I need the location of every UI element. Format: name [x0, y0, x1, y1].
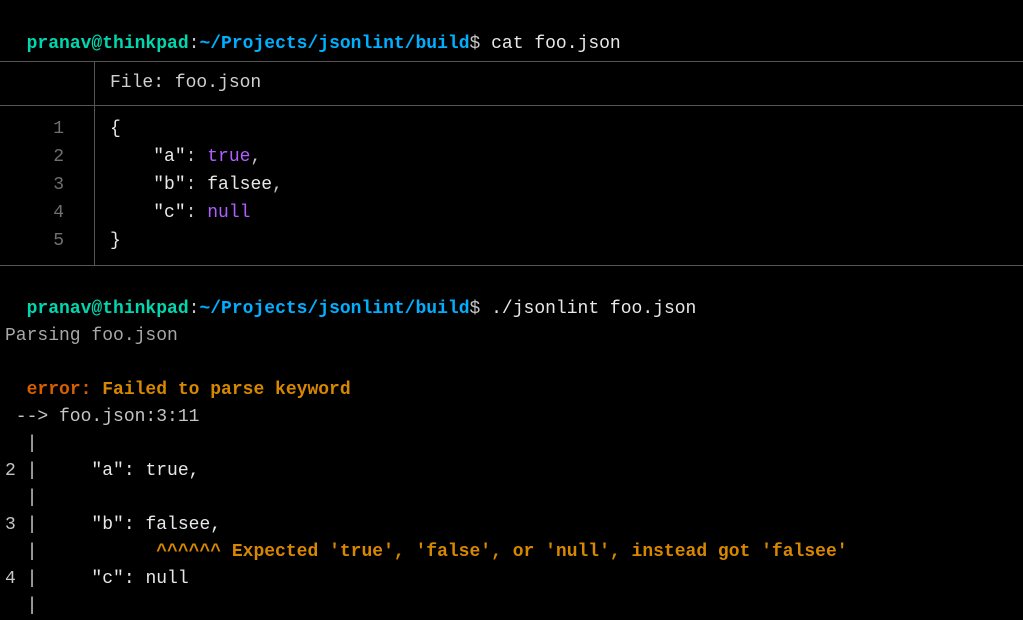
colon: : [189, 299, 200, 319]
error-carets: ^^^^^^ [156, 542, 221, 562]
code-line-5: } [110, 228, 1008, 256]
shell-prompt-2: pranav@thinkpad:~/Projects/jsonlint/buil… [0, 269, 1023, 323]
parsing-status: Parsing foo.json [0, 323, 1023, 350]
file-header-row: File: foo.json [0, 61, 1023, 106]
diag-line-4: 4 | "c": null [0, 566, 1023, 593]
command-text: cat foo.json [480, 34, 620, 54]
line-number: 2 [0, 144, 64, 172]
error-message: Failed to parse keyword [91, 380, 350, 400]
working-dir: ~/Projects/jsonlint/build [199, 34, 469, 54]
error-label: error: [27, 380, 92, 400]
file-header-label: File: foo.json [95, 62, 1023, 105]
code-content: { "a": true, "b": falsee, "c": null } [95, 106, 1023, 265]
error-location: --> foo.json:3:11 [0, 404, 1023, 431]
diag-blank-3: | [0, 593, 1023, 620]
code-line-2: "a": true, [110, 144, 1008, 172]
diag-blank-1: | [0, 431, 1023, 458]
line-number: 1 [0, 116, 64, 144]
working-dir: ~/Projects/jsonlint/build [199, 299, 469, 319]
code-line-1: { [110, 116, 1008, 144]
code-line-4: "c": null [110, 200, 1008, 228]
prompt-symbol: $ [470, 34, 481, 54]
error-line: error: Failed to parse keyword [0, 350, 1023, 404]
shell-prompt-1: pranav@thinkpad:~/Projects/jsonlint/buil… [0, 4, 1023, 58]
user-host: pranav@thinkpad [27, 299, 189, 319]
diag-caret-line: | ^^^^^^ Expected 'true', 'false', or 'n… [0, 539, 1023, 566]
user-host: pranav@thinkpad [27, 34, 189, 54]
code-block: 1 2 3 4 5 { "a": true, "b": falsee, "c":… [0, 106, 1023, 266]
header-gutter [0, 62, 95, 105]
diag-blank-2: | [0, 485, 1023, 512]
line-number: 3 [0, 172, 64, 200]
code-line-3: "b": falsee, [110, 172, 1008, 200]
diag-line-3: 3 | "b": falsee, [0, 512, 1023, 539]
diag-line-2: 2 | "a": true, [0, 458, 1023, 485]
prompt-symbol: $ [470, 299, 481, 319]
line-number: 4 [0, 200, 64, 228]
command-text: ./jsonlint foo.json [480, 299, 696, 319]
colon: : [189, 34, 200, 54]
error-detail: Expected 'true', 'false', or 'null', ins… [221, 542, 848, 562]
line-number: 5 [0, 228, 64, 256]
line-number-gutter: 1 2 3 4 5 [0, 106, 95, 265]
